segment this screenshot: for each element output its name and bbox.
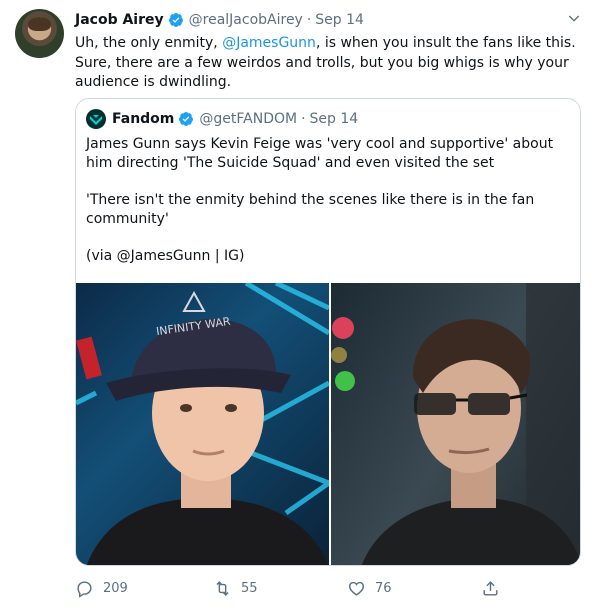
tweet-text: Uh, the only enmity, @JamesGunn, is when… [75,34,585,93]
quoted-header: Fandom @getFANDOM · Sep 14 [86,109,358,129]
media-grid: INFINITY WAR [76,283,580,565]
author-name[interactable]: Jacob Airey [75,12,164,28]
separator-dot: · [301,111,306,127]
quoted-tweet[interactable]: Fandom @getFANDOM · Sep 14 James Gunn sa… [75,98,581,566]
quoted-paragraph: James Gunn says Kevin Feige was 'very co… [86,136,554,171]
tweet[interactable]: Jacob Airey @realJacobAirey · Sep 14 Uh,… [0,0,599,610]
like-button[interactable]: 76 [347,576,392,600]
tweet-date[interactable]: Sep 14 [315,12,364,28]
photo-illustration [331,283,580,565]
tweet-header: Jacob Airey @realJacobAirey · Sep 14 [75,10,364,30]
reply-icon [77,580,92,598]
photo-james-gunn[interactable] [331,283,580,565]
mention-link[interactable]: @JamesGunn [222,35,316,51]
tweet-text-before: Uh, the only enmity, [75,35,223,51]
separator-dot: · [306,12,312,28]
avatar[interactable] [15,9,64,58]
quoted-text: James Gunn says Kevin Feige was 'very co… [86,135,566,284]
reply-button[interactable]: 209 [75,576,128,600]
quoted-paragraph: 'There isn't the enmity behind the scene… [86,192,535,227]
share-icon [483,580,498,596]
retweet-button[interactable]: 55 [213,576,258,600]
verified-badge-icon [179,112,194,126]
author-handle[interactable]: @realJacobAirey [189,12,303,28]
retweet-count: 55 [241,580,258,596]
quoted-paragraph: (via @JamesGunn | IG) [86,248,245,264]
quoted-handle[interactable]: @getFANDOM [199,111,297,127]
photo-illustration: INFINITY WAR [76,283,329,565]
verified-badge-icon [168,13,183,27]
tweet-actions: 209 55 76 [75,576,515,600]
like-icon [348,581,365,596]
chevron-down-icon[interactable] [566,10,582,26]
share-button[interactable] [481,576,509,600]
photo-kevin-feige[interactable]: INFINITY WAR [76,283,329,565]
quoted-date[interactable]: Sep 14 [310,111,359,127]
quoted-author-name[interactable]: Fandom [112,111,174,127]
like-count: 76 [375,580,392,596]
fandom-logo-icon [86,109,106,129]
retweet-icon [216,580,229,596]
reply-count: 209 [103,580,128,596]
